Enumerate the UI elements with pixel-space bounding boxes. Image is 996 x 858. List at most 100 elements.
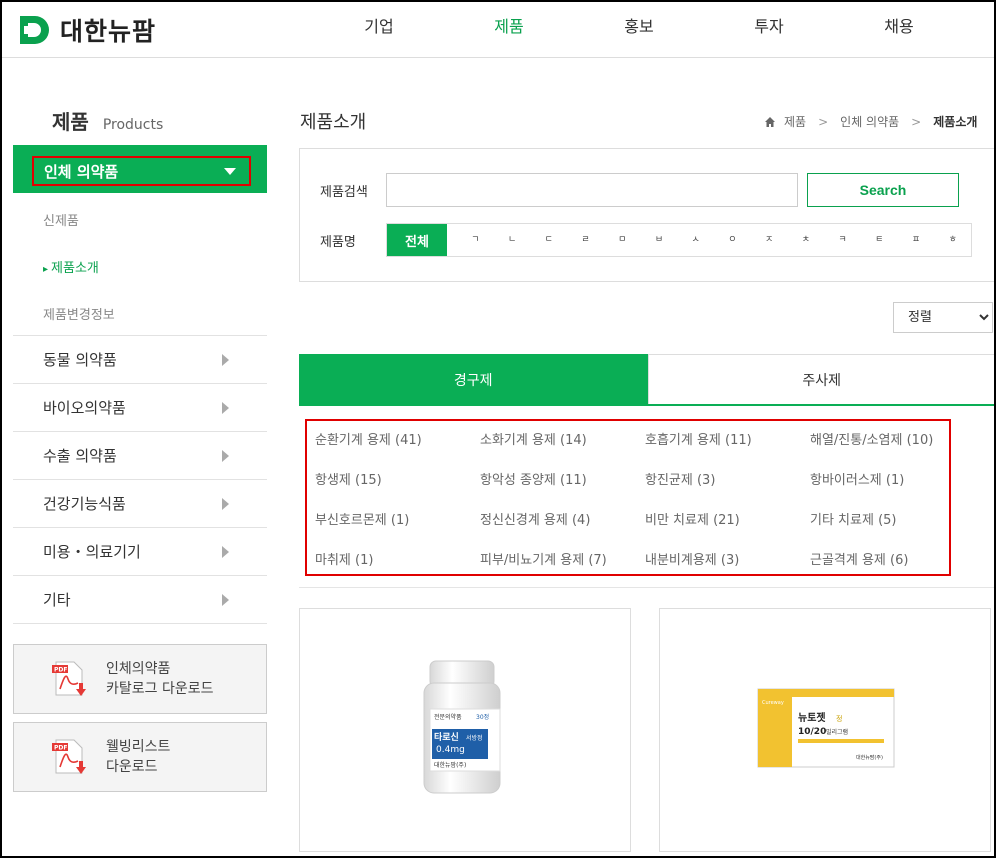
category-link[interactable]: 항진균제 (3): [645, 469, 810, 509]
filter-letter[interactable]: ㄴ: [494, 224, 531, 256]
filter-letter[interactable]: ㅂ: [641, 224, 678, 256]
logo[interactable]: 대한뉴팜: [18, 12, 156, 48]
category-link[interactable]: 기타 치료제 (5): [810, 509, 960, 549]
sidebar-item-label: 동물 의약품: [43, 351, 117, 369]
chevron-right-icon: [222, 594, 229, 606]
category-link[interactable]: 호흡기계 용제 (11): [645, 429, 810, 469]
wellbeing-list-download-button[interactable]: PDF 웰빙리스트 다운로드: [13, 722, 267, 792]
filter-letter[interactable]: ㅋ: [824, 224, 861, 256]
category-link[interactable]: 항악성 종양제 (11): [480, 469, 645, 509]
nav-recruit[interactable]: 채용: [834, 2, 964, 54]
product-maker: 대한뉴팜(주): [856, 754, 883, 761]
page-title: 제품소개: [300, 112, 367, 133]
svg-text:PDF: PDF: [54, 667, 67, 674]
main-nav: 기업 제품 홍보 투자 채용: [314, 2, 964, 54]
product-count: 30정: [476, 714, 489, 721]
category-link[interactable]: 비만 치료제 (21): [645, 509, 810, 549]
filter-letter[interactable]: ㄷ: [530, 224, 567, 256]
category-link[interactable]: 마취제 (1): [315, 549, 480, 589]
filter-letter[interactable]: ㅁ: [604, 224, 641, 256]
home-icon[interactable]: [764, 116, 776, 128]
sidebar-item-export[interactable]: 수출 의약품: [13, 431, 267, 479]
category-link[interactable]: 근골격계 용제 (6): [810, 549, 960, 589]
catalog-download-button[interactable]: PDF 인체의약품 카탈로그 다운로드: [13, 644, 267, 714]
sidebar-item-animal[interactable]: 동물 의약품: [13, 335, 267, 383]
category-link[interactable]: 소화기계 용제 (14): [480, 429, 645, 469]
product-card[interactable]: Cureway 뉴토젯 정 10/20 밀리그램 대한뉴팜(주): [659, 608, 991, 852]
filter-letter[interactable]: ㅅ: [677, 224, 714, 256]
sub-item-new-product[interactable]: 신제품: [43, 210, 79, 229]
sidebar-item-label: 건강기능식품: [43, 495, 126, 513]
sub-item-product-intro[interactable]: 제품소개: [43, 257, 99, 276]
category-link[interactable]: 항생제 (15): [315, 469, 480, 509]
filter-letter[interactable]: ㅇ: [714, 224, 751, 256]
download-label-line2: 다운로드: [106, 759, 158, 775]
filter-letter[interactable]: ㄱ: [457, 224, 494, 256]
product-maker: 대한뉴팜(주): [434, 761, 466, 769]
product-brand: Cureway: [762, 700, 784, 706]
sub-item-product-change[interactable]: 제품변경정보: [43, 304, 115, 323]
sidebar-item-beauty-medical[interactable]: 미용・의료기기: [13, 527, 267, 575]
header: 대한뉴팜 기업 제품 홍보 투자 채용: [2, 2, 994, 58]
filter-letter[interactable]: ㅈ: [751, 224, 788, 256]
filter-all-button[interactable]: 전체: [387, 224, 447, 256]
product-card[interactable]: 전문의약품 30정 타로신 서방정 0.4mg 대한뉴팜(주): [299, 608, 631, 852]
sidebar-item-label: 바이오의약품: [43, 399, 126, 417]
category-link[interactable]: 내분비계용제 (3): [645, 549, 810, 589]
category-list-highlight: 순환기계 용제 (41) 소화기계 용제 (14) 호흡기계 용제 (11) 해…: [305, 419, 951, 576]
tab-oral[interactable]: 경구제: [299, 354, 648, 404]
logo-d-icon: [20, 16, 49, 44]
nav-investment[interactable]: 투자: [704, 2, 834, 54]
filter-letter[interactable]: ㅎ: [934, 224, 971, 256]
filter-letter[interactable]: ㅊ: [787, 224, 824, 256]
sidebar-item-etc[interactable]: 기타: [13, 575, 267, 623]
sidebar-item-bio[interactable]: 바이오의약품: [13, 383, 267, 431]
nav-products[interactable]: 제품: [444, 2, 574, 54]
category-link[interactable]: 부신호르몬제 (1): [315, 509, 480, 549]
sidebar-item-health-food[interactable]: 건강기능식품: [13, 479, 267, 527]
breadcrumb-separator-icon: >: [911, 114, 922, 129]
product-dose: 10/20: [798, 727, 826, 737]
search-button[interactable]: Search: [807, 173, 959, 207]
product-name: 뉴토젯: [798, 711, 826, 724]
sidebar-item-label: 미용・의료기기: [43, 543, 141, 561]
category-link[interactable]: 항바이러스제 (1): [810, 469, 960, 509]
pdf-download-icon: PDF: [52, 739, 86, 774]
product-unit: 밀리그램: [826, 728, 848, 736]
product-tag: 정: [836, 714, 842, 723]
sidebar-title: 제품 Products: [52, 106, 163, 135]
sidebar-item-label: 기타: [43, 591, 71, 609]
tab-injection[interactable]: 주사제: [647, 354, 996, 404]
breadcrumb-human-medicine[interactable]: 인체 의약품: [840, 113, 899, 130]
download-label-line1: 인체의약품: [106, 661, 171, 677]
nav-company[interactable]: 기업: [314, 2, 444, 54]
dosage-form-tabs: 경구제 주사제: [299, 354, 996, 406]
product-image: Cureway 뉴토젯 정 10/20 밀리그램 대한뉴팜(주): [757, 688, 895, 768]
download-label-line1: 웰빙리스트: [106, 739, 171, 755]
breadcrumb-separator-icon: >: [818, 114, 829, 129]
filter-letter[interactable]: ㄹ: [567, 224, 604, 256]
nav-pr[interactable]: 홍보: [574, 2, 704, 54]
breadcrumb-products[interactable]: 제품: [784, 113, 806, 130]
search-input[interactable]: [386, 173, 798, 207]
breadcrumb-product-intro[interactable]: 제품소개: [933, 113, 977, 130]
chevron-right-icon: [222, 498, 229, 510]
product-name-label: 제품명: [320, 235, 356, 250]
product-label-small: 전문의약품: [434, 713, 462, 721]
filter-letter[interactable]: ㅍ: [898, 224, 935, 256]
chevron-down-icon: [224, 168, 236, 175]
sidebar-item-human-medicine[interactable]: 인체 의약품: [13, 145, 267, 193]
product-search-panel: 제품검색 Search 제품명 전체 ㄱ ㄴ ㄷ ㄹ ㅁ ㅂ ㅅ ㅇ ㅈ ㅊ ㅋ…: [299, 148, 996, 282]
pdf-download-icon: PDF: [52, 661, 86, 696]
category-link[interactable]: 피부/비뇨기계 용제 (7): [480, 549, 645, 589]
category-link[interactable]: 해열/진통/소염제 (10): [810, 429, 960, 469]
category-link[interactable]: 정신신경계 용제 (4): [480, 509, 645, 549]
chevron-right-icon: [222, 354, 229, 366]
product-image: 전문의약품 30정 타로신 서방정 0.4mg 대한뉴팜(주): [423, 660, 501, 794]
svg-text:PDF: PDF: [54, 745, 67, 752]
breadcrumb: 제품 > 인체 의약품 > 제품소개: [764, 113, 977, 130]
sort-select[interactable]: 정렬: [893, 302, 993, 333]
category-list: 순환기계 용제 (41) 소화기계 용제 (14) 호흡기계 용제 (11) 해…: [315, 429, 960, 589]
filter-letter[interactable]: ㅌ: [861, 224, 898, 256]
category-link[interactable]: 순환기계 용제 (41): [315, 429, 480, 469]
